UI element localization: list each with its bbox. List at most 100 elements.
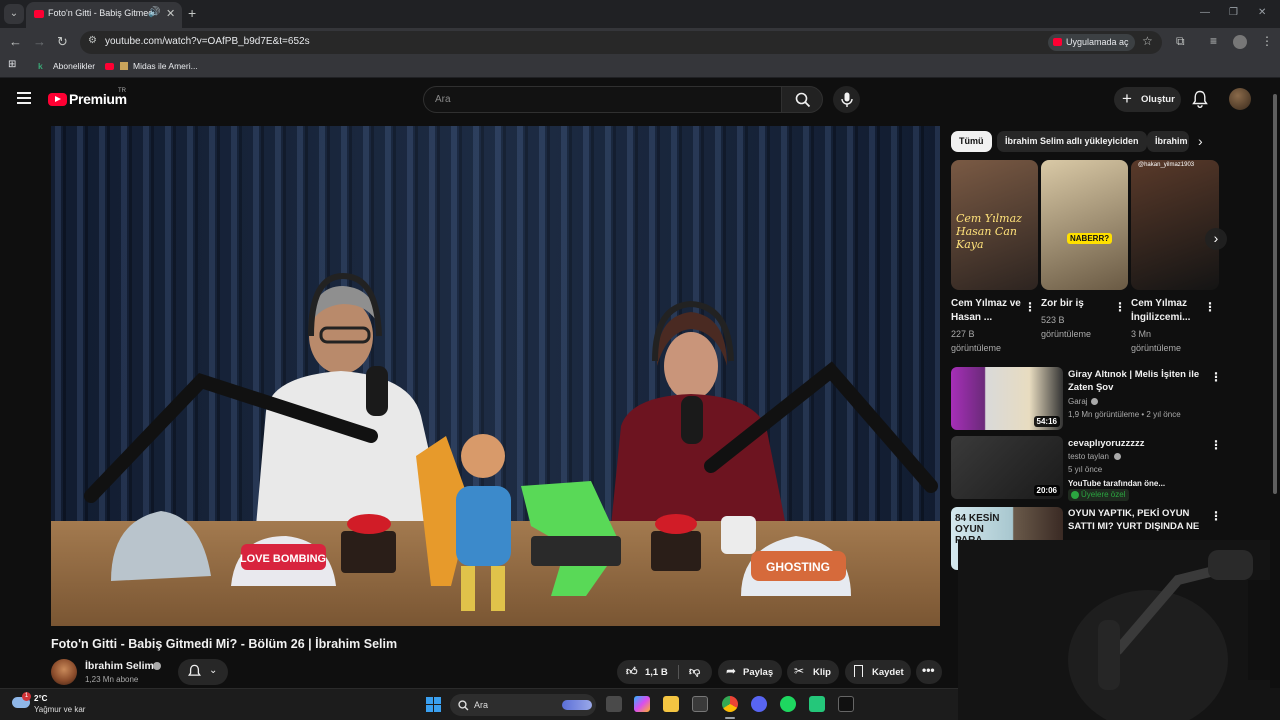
extensions-icon[interactable]: ⧉: [1176, 34, 1185, 49]
bookmark-subscriptions[interactable]: Abonelikler: [53, 61, 95, 71]
close-window-icon[interactable]: ✕: [1258, 7, 1266, 18]
recommendation-meta-1: 1,9 Mn görüntüleme • 2 yıl önce: [1068, 410, 1181, 419]
short-title-2[interactable]: Zor bir iş: [1041, 297, 1111, 311]
discord-icon[interactable]: [751, 696, 767, 712]
share-label: Paylaş: [743, 667, 774, 678]
taskbar-search[interactable]: Ara: [450, 694, 596, 716]
subscriber-count: 1,23 Mn abone: [85, 675, 139, 684]
copilot-icon[interactable]: [634, 696, 650, 712]
short-menu-icon[interactable]: ⋮: [1114, 300, 1126, 314]
like-button[interactable]: 👍︎ 1,1 B: [617, 660, 677, 684]
reload-icon[interactable]: ↻: [57, 34, 68, 50]
chip-all[interactable]: Tümü: [951, 131, 992, 152]
browser-tab-strip: ⌄ Foto'n Gitti - Babiş Gitmedi 🔊 ✕ + — ❐…: [0, 0, 1280, 28]
short-menu-icon[interactable]: ⋮: [1024, 300, 1036, 314]
shorts-next-button[interactable]: ›: [1205, 228, 1227, 250]
scissors-icon: ✂: [794, 664, 805, 678]
recommendation-menu-icon[interactable]: ⋮: [1210, 509, 1222, 523]
more-actions-button[interactable]: •••: [916, 660, 942, 684]
spotify-icon[interactable]: [780, 696, 796, 712]
channel-name[interactable]: İbrahim Selim: [85, 660, 154, 672]
recommendation-thumbnail-2[interactable]: 20:06: [951, 436, 1063, 499]
chrome-menu-icon[interactable]: ⋮: [1261, 34, 1273, 48]
open-in-app-button[interactable]: Uygulamada aç: [1048, 34, 1135, 51]
members-only-label: Üyelere özel: [1081, 490, 1126, 499]
obs-icon[interactable]: [838, 696, 854, 712]
new-tab-button[interactable]: +: [188, 5, 196, 21]
profile-avatar[interactable]: [1233, 35, 1247, 49]
menu-icon[interactable]: [17, 92, 31, 104]
forward-icon[interactable]: →: [33, 34, 46, 49]
bookmark-midas[interactable]: Midas ile Ameri...: [133, 61, 198, 71]
short-thumb-text: Cem Yılmaz Hasan Can Kaya: [956, 212, 1022, 251]
page-scrollbar[interactable]: [1270, 80, 1280, 688]
minimize-icon[interactable]: —: [1200, 7, 1210, 18]
dislike-button[interactable]: 👎︎: [679, 660, 712, 684]
chip-ibrahim[interactable]: İbrahim: [1147, 131, 1189, 152]
short-views-1: 227 B görüntüleme: [951, 329, 1002, 353]
save-label: Kaydet: [872, 667, 904, 678]
back-icon[interactable]: ←: [9, 34, 22, 49]
file-explorer-icon[interactable]: [663, 696, 679, 712]
subscription-notifications-button[interactable]: ⌄: [178, 659, 228, 685]
create-label: Oluştur: [1141, 94, 1175, 105]
bookmark-star-icon[interactable]: ☆: [1142, 34, 1153, 48]
account-avatar[interactable]: [1229, 88, 1251, 110]
clip-label: Klip: [813, 667, 831, 678]
recommendation-channel-1[interactable]: Garaj: [1068, 397, 1088, 406]
chips-next-icon[interactable]: ›: [1198, 133, 1203, 149]
short-thumbnail-2[interactable]: NABERR?: [1041, 160, 1128, 290]
short-title-3[interactable]: Cem Yılmaz İngilizcemi...: [1131, 297, 1201, 325]
close-tab-icon[interactable]: ✕: [166, 7, 175, 20]
browser-tab[interactable]: Foto'n Gitti - Babiş Gitmedi 🔊 ✕: [26, 2, 182, 28]
search-button[interactable]: [781, 86, 823, 113]
chip-from-uploader[interactable]: İbrahim Selim adlı yükleyiciden: [997, 131, 1147, 152]
webcam-frame: [958, 540, 1280, 720]
region-code: TR: [118, 88, 126, 94]
search-highlight-icon: [562, 700, 592, 710]
weather-widget[interactable]: 1: [12, 692, 34, 713]
notifications-button[interactable]: [1192, 90, 1208, 113]
short-menu-icon[interactable]: ⋮: [1204, 300, 1216, 314]
channel-avatar[interactable]: [51, 659, 77, 685]
task-view-icon[interactable]: [606, 696, 622, 712]
short-title-1[interactable]: Cem Yılmaz ve Hasan ...: [951, 297, 1021, 325]
verified-badge-icon: [1114, 453, 1121, 460]
short-thumbnail-1[interactable]: Cem Yılmaz Hasan Can Kaya: [951, 160, 1038, 290]
open-in-app-label: Uygulamada aç: [1066, 37, 1129, 47]
bookmark-icon: [854, 665, 863, 677]
voice-search-button[interactable]: [833, 86, 860, 113]
app-icon[interactable]: [809, 696, 825, 712]
site-info-icon[interactable]: ⚙: [88, 35, 97, 46]
recommendation-title-1[interactable]: Giray Altınok | Melis İşiten ile Zaten Ş…: [1068, 368, 1206, 394]
thumbs-down-icon: 👎︎: [689, 666, 701, 678]
short-views-2: 523 B görüntüleme: [1041, 315, 1092, 339]
notification-badge: 1: [22, 692, 31, 701]
recommendation-menu-icon[interactable]: ⋮: [1210, 438, 1222, 452]
recommendation-channel-2[interactable]: testo taylan: [1068, 452, 1109, 461]
recommendation-featured-2: YouTube tarafından öne...: [1068, 479, 1166, 488]
speaker-icon[interactable]: 🔊: [148, 7, 160, 18]
store-icon[interactable]: [692, 696, 708, 712]
save-button[interactable]: Kaydet: [845, 660, 911, 684]
create-button[interactable]: + Oluştur: [1114, 87, 1181, 112]
recommendation-thumbnail-1[interactable]: 54:16: [951, 367, 1063, 430]
recommendation-title-2[interactable]: cevaplıyoruzzzzz: [1068, 437, 1206, 450]
windows-start-icon[interactable]: [426, 697, 441, 712]
bookmark-midas-icon: [120, 62, 128, 70]
search-input[interactable]: Ara: [423, 86, 782, 113]
tab-search-button[interactable]: ⌄: [4, 4, 24, 24]
microphone-icon: [841, 92, 853, 107]
apps-grid-icon[interactable]: ⊞: [8, 59, 16, 70]
bookmark-youtube-icon: [105, 63, 114, 70]
chrome-icon[interactable]: [722, 696, 738, 712]
share-button[interactable]: ➦ Paylaş: [718, 660, 782, 684]
clip-button[interactable]: ✂ Klip: [787, 660, 839, 684]
short-thumbnail-3[interactable]: @hakan_yilmaz1903: [1131, 160, 1219, 290]
reading-list-icon[interactable]: ≡: [1210, 34, 1217, 48]
recommendation-menu-icon[interactable]: ⋮: [1210, 370, 1222, 384]
video-player[interactable]: LOVE BOMBING GHOSTING: [51, 126, 940, 626]
maximize-icon[interactable]: ❐: [1229, 7, 1238, 18]
address-bar[interactable]: ⚙ youtube.com/watch?v=OAfPB_b9d7E&t=652s…: [80, 31, 1162, 54]
scrollbar-thumb[interactable]: [1273, 94, 1277, 494]
